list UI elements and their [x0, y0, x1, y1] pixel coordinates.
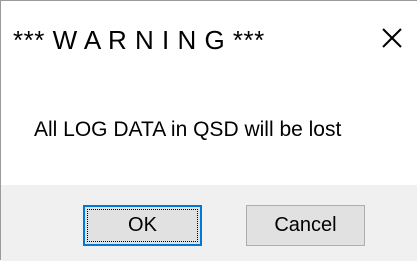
dialog-message: All LOG DATA in QSD will be lost: [34, 118, 342, 141]
cancel-button-label: Cancel: [274, 214, 337, 236]
dialog-content: All LOG DATA in QSD will be lost: [1, 79, 417, 185]
focus-ring: [87, 209, 198, 242]
dialog-button-bar: OK Cancel: [1, 185, 417, 261]
dialog-titlebar: *** W A R N I N G ***: [1, 1, 417, 79]
cancel-button[interactable]: Cancel: [246, 205, 365, 246]
ok-button[interactable]: OK: [83, 205, 202, 246]
close-x-icon: [382, 28, 402, 48]
close-button[interactable]: [375, 21, 409, 55]
warning-dialog: *** W A R N I N G *** All LOG DATA in QS…: [0, 0, 417, 261]
dialog-title: *** W A R N I N G ***: [13, 25, 265, 55]
